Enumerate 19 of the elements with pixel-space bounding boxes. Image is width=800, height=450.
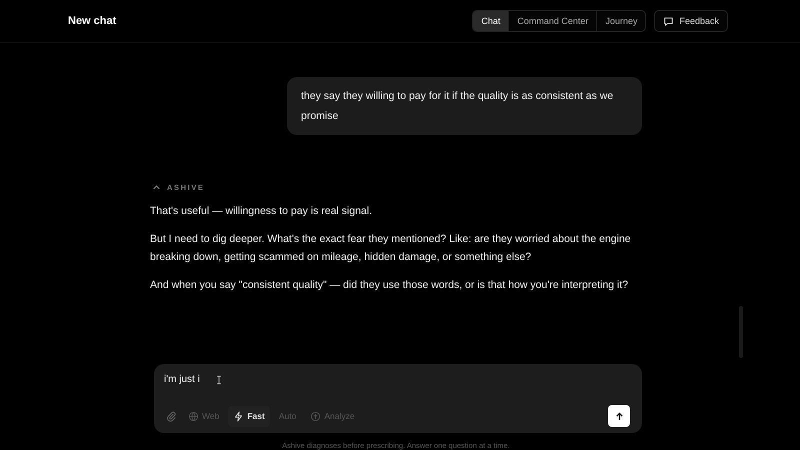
lightning-icon [233,410,244,422]
message-input[interactable]: i'm just i [164,372,208,387]
globe-icon [188,410,199,422]
tab[interactable]: Chat [473,11,508,31]
chevron-up-icon [152,183,161,192]
arrow-up-icon [614,410,624,422]
tab[interactable]: Command Center [508,11,596,31]
user-message: they say they willing to pay for it if the quality is as consistent as we promise [287,77,642,135]
send-button[interactable] [608,405,630,427]
tab[interactable]: Journey [596,11,646,31]
assistant-paragraph: But I need to dig deeper. What's the exact fear they mentioned? Like: are they worried about the engine breaking down, getting scammed on mileage, hidden damage, or something else? [150,232,632,265]
paperclip-icon [166,410,177,422]
mode-button[interactable]: Fast [228,406,270,426]
assistant-paragraph: And when you say "consistent quality" — did they use those words, or is that how you're interpreting it? [150,278,630,293]
assistant-paragraph: That's useful — willingness to pay is real signal. [150,204,374,219]
speech-bubble-icon [663,16,674,26]
feedback-button[interactable]: Feedback [654,10,728,32]
page-title: New chat [68,15,116,27]
circle-info-icon [310,410,322,422]
